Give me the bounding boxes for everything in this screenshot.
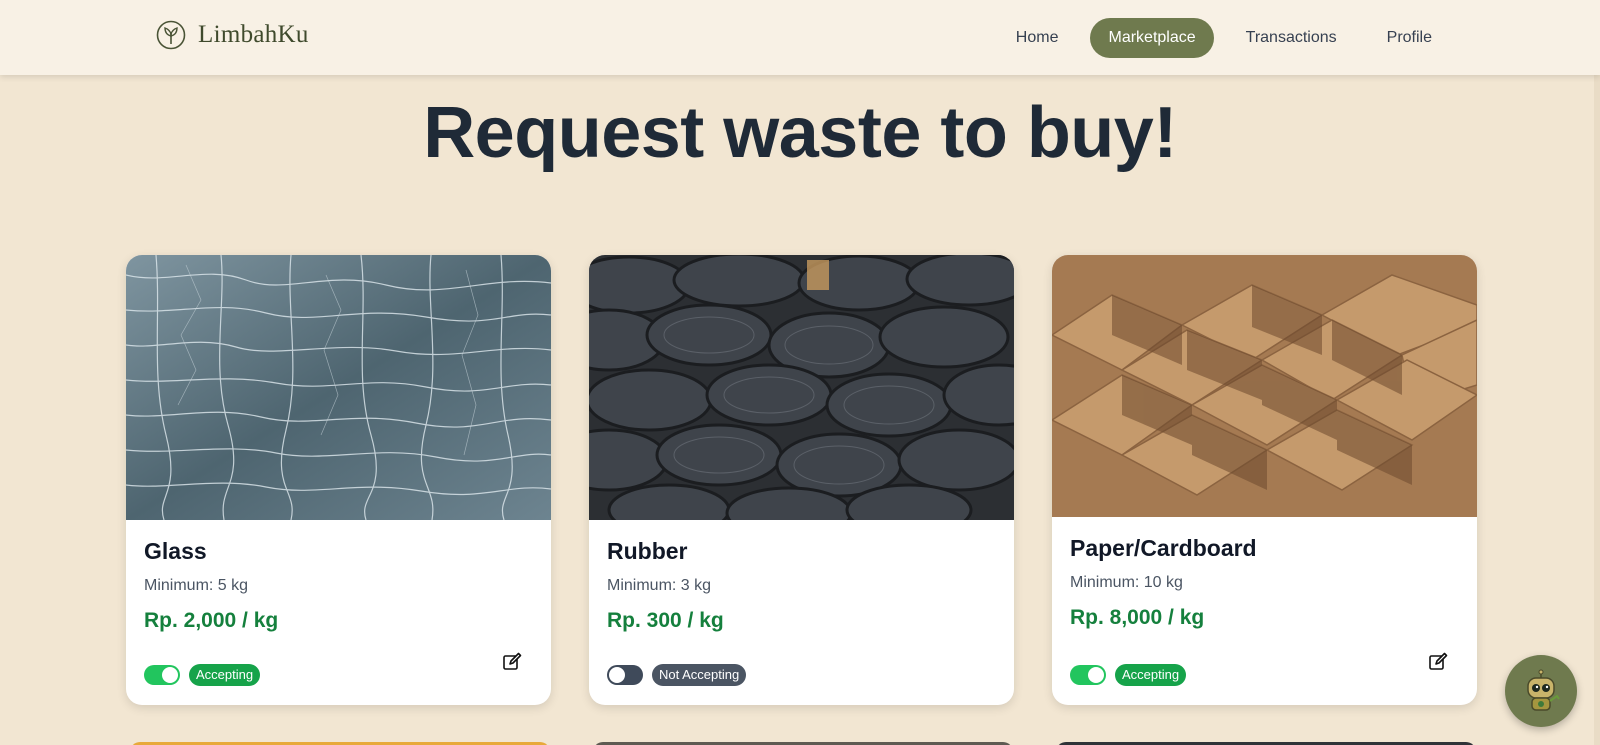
main-nav: Home Marketplace Transactions Profile bbox=[998, 18, 1450, 58]
card-price: Rp. 8,000 / kg bbox=[1070, 606, 1205, 629]
card-title: Rubber bbox=[607, 538, 688, 564]
card-footer: Accepting bbox=[1070, 652, 1459, 687]
brand-name: LimbahKu bbox=[198, 21, 309, 48]
card-minimum: Minimum: 3 kg bbox=[607, 577, 712, 594]
leaf-icon bbox=[156, 20, 186, 50]
card-image-glass bbox=[126, 255, 551, 520]
waste-card-rubber: Rubber Minimum: 3 kg Rp. 300 / kg Not Ac… bbox=[589, 255, 1014, 705]
status-badge: Not Accepting bbox=[652, 664, 747, 686]
card-minimum: Minimum: 5 kg bbox=[144, 577, 249, 594]
waste-card-paper: Paper/Cardboard Minimum: 10 kg Rp. 8,000… bbox=[1052, 255, 1477, 705]
card-minimum: Minimum: 10 kg bbox=[1070, 574, 1183, 591]
edit-icon[interactable] bbox=[501, 651, 523, 673]
card-price: Rp. 2,000 / kg bbox=[144, 609, 279, 632]
card-title: Glass bbox=[144, 538, 207, 564]
accepting-toggle[interactable] bbox=[144, 665, 180, 685]
nav-profile[interactable]: Profile bbox=[1369, 18, 1450, 58]
stacked-tires-image bbox=[589, 255, 1014, 520]
status-badge: Accepting bbox=[189, 664, 261, 686]
scrollbar[interactable] bbox=[1594, 75, 1600, 745]
page-title: Request waste to buy! bbox=[423, 93, 1177, 173]
nav-transactions[interactable]: Transactions bbox=[1228, 18, 1355, 58]
card-title: Paper/Cardboard bbox=[1070, 535, 1257, 561]
nav-home[interactable]: Home bbox=[998, 18, 1077, 58]
brand-logo[interactable]: LimbahKu bbox=[156, 20, 309, 50]
card-footer: Not Accepting bbox=[607, 663, 996, 687]
accepting-toggle[interactable] bbox=[1070, 665, 1106, 685]
card-image-rubber bbox=[589, 255, 1014, 520]
status-badge: Accepting bbox=[1115, 664, 1187, 686]
waste-card-glass: Glass Minimum: 5 kg Rp. 2,000 / kg Accep… bbox=[126, 255, 551, 705]
card-image-paper bbox=[1052, 255, 1477, 517]
chatbot-button[interactable] bbox=[1505, 655, 1577, 727]
cracked-glass-image bbox=[126, 255, 551, 520]
cardboard-dividers-image bbox=[1052, 255, 1477, 517]
accepting-toggle[interactable] bbox=[607, 665, 643, 685]
robot-icon bbox=[1527, 669, 1560, 711]
top-navbar: LimbahKu Home Marketplace Transactions P… bbox=[0, 0, 1600, 75]
card-footer: Accepting bbox=[144, 652, 533, 687]
nav-marketplace[interactable]: Marketplace bbox=[1090, 18, 1214, 58]
card-price: Rp. 300 / kg bbox=[607, 609, 724, 632]
edit-icon[interactable] bbox=[1427, 651, 1449, 673]
